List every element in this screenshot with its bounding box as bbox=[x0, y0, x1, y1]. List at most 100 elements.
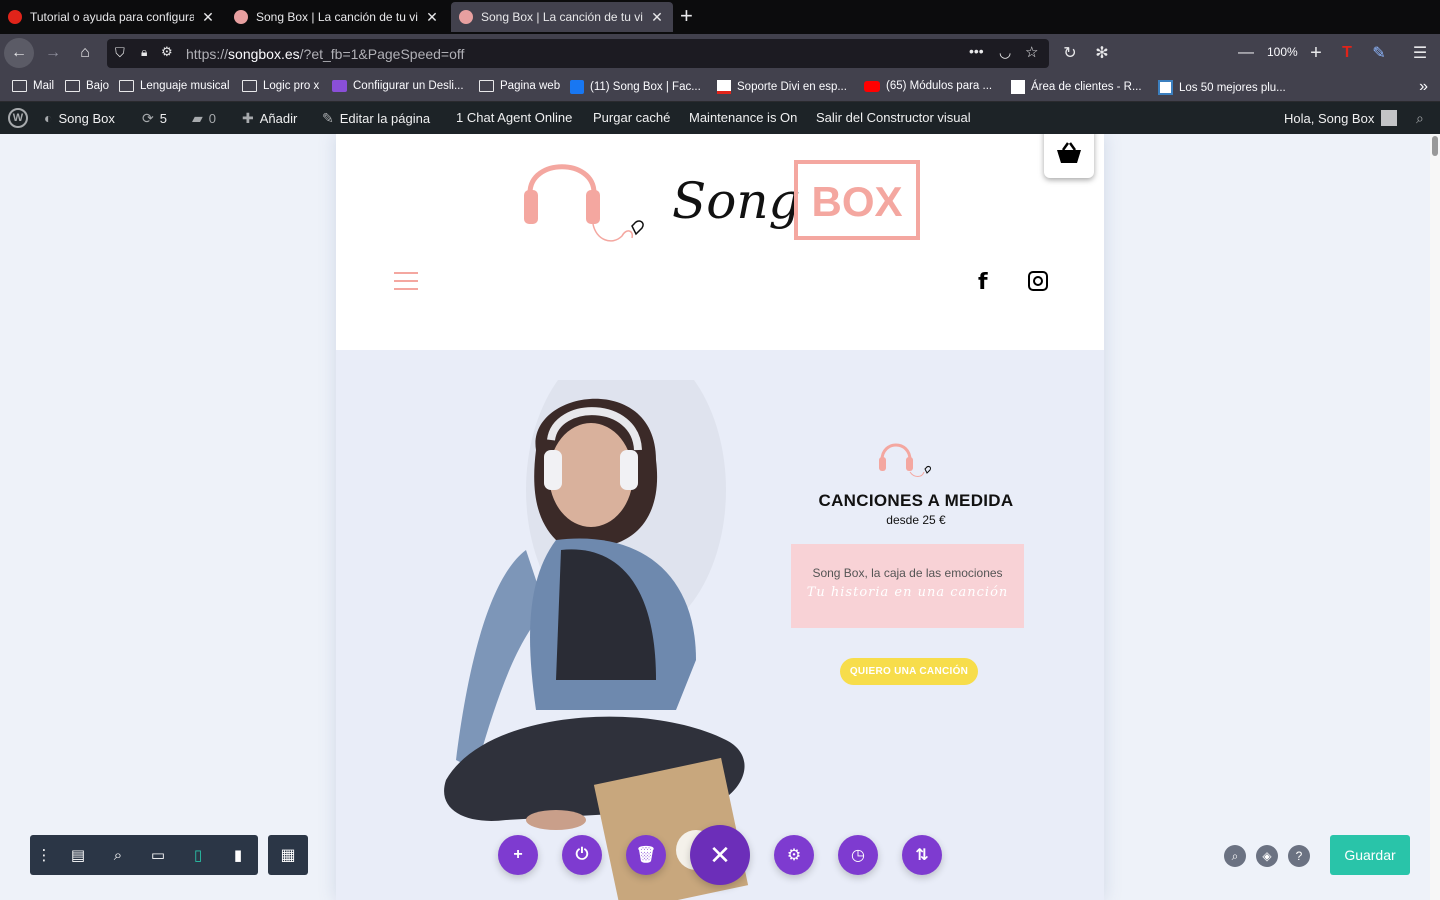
zoom-icon[interactable]: ⌕ bbox=[98, 835, 138, 875]
site-header: Song BOX f bbox=[336, 134, 1104, 350]
updates-icon: ⟳ bbox=[142, 110, 154, 126]
portability-button[interactable]: ⏻ bbox=[562, 835, 602, 875]
bookmark-soporte-divi[interactable]: Soporte Divi en esp... bbox=[717, 80, 847, 94]
tagline-line2: Tu historia en una canción bbox=[806, 585, 1009, 600]
wireframe-view-icon[interactable]: ▤ bbox=[58, 835, 98, 875]
forward-icon[interactable]: → bbox=[38, 38, 68, 68]
more-actions-icon[interactable]: ••• bbox=[969, 43, 984, 59]
add-module-button[interactable]: + bbox=[498, 835, 538, 875]
url-host: songbox.es bbox=[228, 46, 300, 62]
scrollbar-thumb[interactable] bbox=[1432, 136, 1438, 156]
clock-icon: ◷ bbox=[851, 847, 865, 864]
tab-tutorial[interactable]: Tutorial o ayuda para configurar ✕ bbox=[0, 2, 224, 32]
bookmark-logic-pro[interactable]: Logic pro x bbox=[242, 80, 319, 92]
home-icon[interactable]: ⌂ bbox=[70, 38, 100, 68]
add-label: Añadir bbox=[259, 111, 298, 126]
bookmark-plugins[interactable]: Los 50 mejores plu... bbox=[1158, 80, 1286, 95]
sort-button[interactable]: ⇅ bbox=[902, 835, 942, 875]
dashboard-icon: ◐ bbox=[44, 110, 53, 126]
extension-t-icon[interactable]: T bbox=[1332, 38, 1362, 68]
wp-site-name[interactable]: ◐ Song Box bbox=[44, 110, 115, 126]
lock-icon[interactable]: 🔒︎ bbox=[141, 45, 147, 60]
wp-admin-bar: W ◐ Song Box ⟳ 5 ▰ 0 ✚ Añadir ✎ Editar la pág… bbox=[0, 102, 1440, 134]
back-icon[interactable]: ← bbox=[4, 38, 34, 68]
clear-layout-button[interactable]: 🗑︎ bbox=[626, 835, 666, 875]
close-icon[interactable]: ✕ bbox=[200, 9, 216, 26]
bookmark-mail[interactable]: Mail bbox=[12, 80, 54, 92]
wp-edit-page[interactable]: ✎ Editar la página bbox=[322, 110, 430, 127]
site-name-label: Song Box bbox=[58, 110, 115, 126]
bookmark-lenguaje-musical[interactable]: Lenguaje musical bbox=[119, 80, 230, 92]
more-options-icon[interactable]: ⋮ bbox=[30, 835, 58, 875]
history-button[interactable]: ◷ bbox=[838, 835, 878, 875]
bookmark-configurar[interactable]: Confiigurar un Desli... bbox=[332, 80, 464, 92]
youtube-icon bbox=[864, 80, 880, 92]
bookmark-star-icon[interactable]: ☆ bbox=[1025, 43, 1038, 61]
zoom-in-icon[interactable]: + bbox=[1301, 38, 1331, 68]
more-bookmarks-icon[interactable]: » bbox=[1419, 78, 1428, 96]
search-icon[interactable]: ⌕ bbox=[1224, 845, 1246, 867]
new-tab-icon[interactable]: + bbox=[680, 4, 693, 28]
hero-section[interactable]: CANCIONES A MEDIDA desde 25 € Song Box, … bbox=[336, 350, 1104, 900]
hero-subtitle: desde 25 € bbox=[886, 513, 946, 527]
wordpress-logo-icon[interactable]: W bbox=[8, 108, 28, 128]
permissions-icon[interactable]: ⚙︎ bbox=[161, 44, 173, 60]
phone-view-icon[interactable]: ▮ bbox=[218, 835, 258, 875]
shield-icon[interactable]: ⛉ bbox=[115, 45, 125, 61]
wp-updates[interactable]: ⟳ 5 bbox=[142, 110, 167, 127]
close-icon[interactable]: ✕ bbox=[649, 9, 665, 26]
menu-icon[interactable]: ☰ bbox=[1405, 38, 1435, 68]
bookmark-facebook[interactable]: (11) Song Box | Fac... bbox=[570, 80, 701, 94]
basket-icon bbox=[1057, 142, 1081, 163]
close-icon[interactable]: ✕ bbox=[424, 9, 440, 26]
reload-icon[interactable]: ↻ bbox=[1055, 38, 1085, 68]
close-builder-button[interactable]: ✕ bbox=[690, 825, 750, 885]
cable-line bbox=[592, 223, 634, 242]
instagram-icon[interactable] bbox=[1028, 271, 1048, 291]
bookmark-youtube[interactable]: (65) Módulos para ... bbox=[864, 80, 992, 92]
hosting-icon bbox=[1011, 80, 1025, 94]
bookmark-bajo[interactable]: Bajo bbox=[65, 80, 109, 92]
sort-arrows-icon: ⇅ bbox=[915, 847, 929, 864]
bookmark-pagina-web[interactable]: Pagina web bbox=[479, 80, 560, 92]
site-canvas: Song BOX f CANCIONES A MEDIDA desde 25 €… bbox=[336, 134, 1104, 900]
wp-add-new[interactable]: ✚ Añadir bbox=[242, 110, 297, 127]
url-scheme: https:// bbox=[186, 46, 229, 62]
pocket-icon[interactable]: ◡ bbox=[999, 44, 1011, 61]
tab-songbox-2[interactable]: Song Box | La canción de tu vida ✕ bbox=[451, 2, 673, 32]
page-scrollbar[interactable] bbox=[1430, 134, 1440, 900]
tablet-view-icon[interactable]: ▯ bbox=[178, 835, 218, 875]
url-bar[interactable]: ⛉ 🔒︎ ⚙︎ https://songbox.es/?et_fb=1&Page… bbox=[107, 39, 1049, 68]
page-settings-button[interactable]: ⚙︎ bbox=[774, 835, 814, 875]
wp-my-account[interactable]: Hola, Song Box bbox=[1284, 110, 1398, 126]
cart-button[interactable] bbox=[1044, 134, 1094, 178]
songbox-logo[interactable]: Song BOX bbox=[522, 148, 922, 248]
bookmark-area-clientes[interactable]: Área de clientes - R... bbox=[1011, 80, 1142, 94]
wp-chat-agent[interactable]: 1 Chat Agent Online bbox=[456, 110, 572, 125]
save-button[interactable]: Guardar bbox=[1330, 835, 1410, 875]
desktop-view-icon[interactable]: ▭ bbox=[138, 835, 178, 875]
wp-comments[interactable]: ▰ 0 bbox=[192, 110, 216, 127]
songbox-favicon-icon bbox=[234, 10, 248, 24]
tab-title: Tutorial o ayuda para configurar bbox=[30, 10, 194, 24]
headphone-right-cup bbox=[586, 190, 600, 224]
hamburger-menu-icon[interactable] bbox=[394, 272, 418, 290]
wp-exit-builder[interactable]: Salir del Constructor visual bbox=[816, 110, 971, 125]
wp-purge-cache[interactable]: Purgar caché bbox=[593, 110, 670, 125]
url-text[interactable]: https://songbox.es/?et_fb=1&PageSpeed=of… bbox=[186, 46, 464, 62]
tab-songbox-1[interactable]: Song Box | La canción de tu vida ✕ bbox=[226, 2, 448, 32]
zoom-out-icon[interactable]: — bbox=[1231, 38, 1261, 68]
wp-search-icon[interactable]: ⌕ bbox=[1416, 110, 1424, 127]
help-icon[interactable]: ? bbox=[1288, 845, 1310, 867]
bookmark-label: Bajo bbox=[86, 80, 110, 92]
layers-icon[interactable]: ◈ bbox=[1256, 845, 1278, 867]
zoom-level[interactable]: 100% bbox=[1267, 45, 1298, 59]
folder-icon bbox=[12, 80, 27, 92]
grid-view-icon[interactable]: ▦ bbox=[268, 835, 308, 875]
logo-box-text: BOX bbox=[811, 178, 902, 225]
extension-pen-icon[interactable]: ✎ bbox=[1364, 38, 1394, 68]
wp-maintenance[interactable]: Maintenance is On bbox=[689, 110, 797, 125]
cta-button[interactable]: QUIERO UNA CANCIÓN bbox=[840, 658, 978, 685]
facebook-icon[interactable]: f bbox=[978, 270, 988, 295]
extension-gear-icon[interactable]: ✻ bbox=[1087, 38, 1117, 68]
